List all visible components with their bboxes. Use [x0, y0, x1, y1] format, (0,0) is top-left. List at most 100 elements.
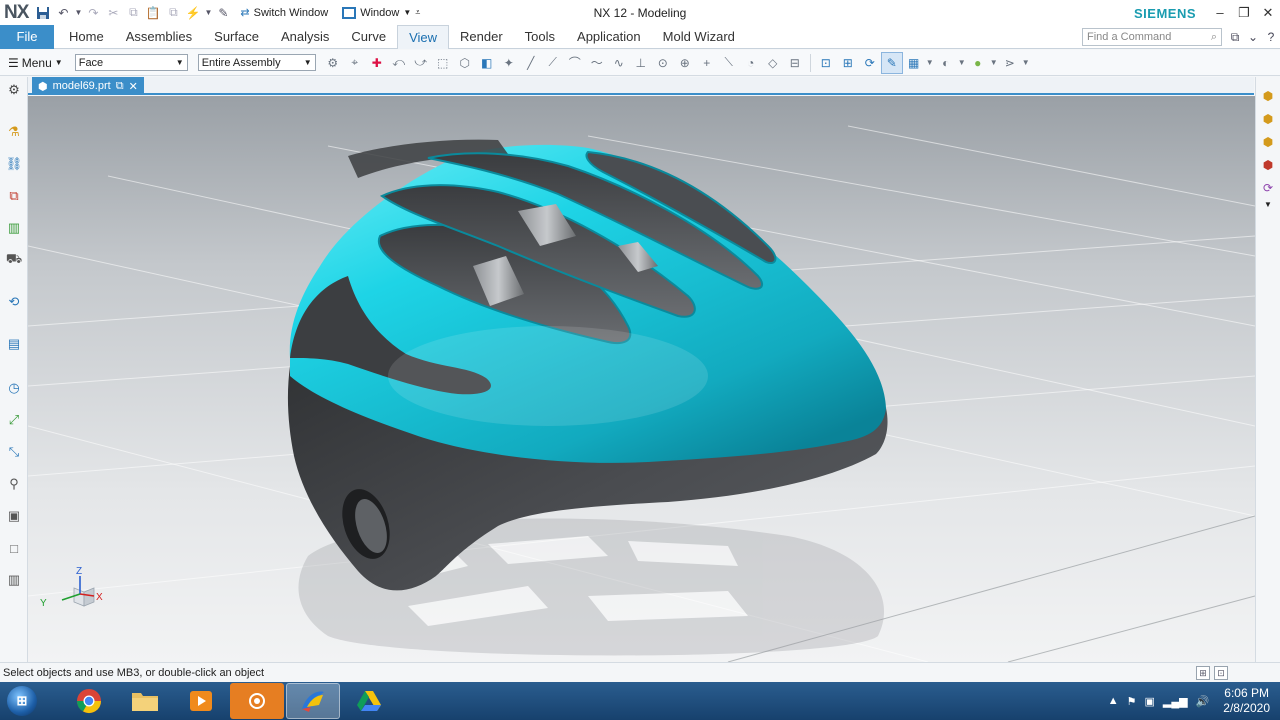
minimize-icon[interactable]: –	[1208, 0, 1232, 25]
pin-icon[interactable]: ⧉	[116, 80, 124, 93]
close-tab-icon[interactable]: ✕	[129, 80, 138, 93]
selection-confirm-icon[interactable]: ⊞	[1196, 666, 1210, 680]
slash-icon[interactable]: ⟍	[718, 52, 740, 74]
pan-icon[interactable]: ✎	[880, 51, 903, 74]
filter-icon[interactable]: ⤺	[388, 52, 410, 74]
shape-icon[interactable]: ⊟	[784, 52, 806, 74]
copy-icon[interactable]: ⧉	[124, 4, 142, 22]
restore-icon[interactable]: ❐	[1232, 0, 1256, 25]
document-icon[interactable]: ▥	[5, 571, 23, 589]
clock-icon[interactable]: ◷	[5, 379, 23, 397]
more-views-icon[interactable]: ▼	[1259, 195, 1277, 213]
manufacturing-wizard-icon[interactable]: ⤡	[5, 443, 23, 461]
switch-window-button[interactable]: ⇄ Switch Window	[234, 6, 334, 20]
spline-icon[interactable]: 〜	[586, 52, 608, 74]
help-icon[interactable]: ?	[1262, 28, 1280, 46]
tab-render[interactable]: Render	[449, 25, 514, 49]
ribbon-collapse-icon[interactable]: ⌄	[1244, 28, 1262, 46]
menu-button[interactable]: ☰ Menu ▼	[0, 56, 69, 70]
graphics-window[interactable]: Z X Y	[28, 96, 1255, 662]
reuse-library-icon[interactable]: ▥	[5, 219, 23, 237]
zoom-icon[interactable]: ⊞	[837, 52, 859, 74]
shading-dropdown-icon[interactable]: ▼	[957, 52, 967, 74]
tab-application[interactable]: Application	[566, 25, 652, 49]
save-icon[interactable]	[34, 4, 52, 22]
tab-assemblies[interactable]: Assemblies	[115, 25, 203, 49]
quadrant-icon[interactable]: ◔	[740, 52, 762, 74]
fit-view-icon[interactable]: ⊡	[815, 52, 837, 74]
repeat-command-icon[interactable]: ⚡	[184, 4, 202, 22]
sphere-icon[interactable]: ●	[967, 52, 989, 74]
taskbar-google-drive[interactable]	[342, 683, 396, 719]
section-dropdown-icon[interactable]: ▼	[1021, 52, 1031, 74]
roles-icon[interactable]: ⚲	[5, 475, 23, 493]
center-icon[interactable]: ⊕	[674, 52, 696, 74]
window-menu-button[interactable]: Window ▼ ⩡	[336, 6, 426, 19]
render-style-icon[interactable]: ▦	[903, 52, 925, 74]
wave-icon[interactable]: ∿	[608, 52, 630, 74]
assembly-navigator-icon[interactable]: ⚗	[5, 123, 23, 141]
process-studio-icon[interactable]: ⤢	[5, 411, 23, 429]
ribbon-options-icon[interactable]: ⧉	[1226, 28, 1244, 46]
redo-icon[interactable]: ↷	[84, 4, 102, 22]
taskbar-media-player[interactable]	[174, 683, 228, 719]
taskbar-chrome[interactable]	[62, 683, 116, 719]
highlight-icon[interactable]: ⤻	[410, 52, 432, 74]
volume-icon[interactable]: 🔊	[1196, 695, 1210, 708]
sphere-dropdown-icon[interactable]: ▼	[989, 52, 999, 74]
selection-list-icon[interactable]: ⊡	[1214, 666, 1228, 680]
taskbar-app-orange[interactable]	[230, 683, 284, 719]
web-browser-icon[interactable]: ⟲	[5, 293, 23, 311]
repeat-dropdown-icon[interactable]: ▼	[204, 4, 212, 22]
feature-icon[interactable]: ✦	[498, 52, 520, 74]
type-filter-select[interactable]: Face ▼	[74, 54, 188, 71]
scope-select[interactable]: Entire Assembly ▼	[197, 54, 316, 71]
tab-model69[interactable]: ⬢ model69.prt ⧉ ✕	[32, 77, 144, 95]
layer-icon[interactable]: ◇	[762, 52, 784, 74]
curve-icon[interactable]: ⟋	[542, 52, 564, 74]
tab-home[interactable]: Home	[58, 25, 115, 49]
point-icon[interactable]: +	[696, 52, 718, 74]
undo-icon[interactable]: ↶	[54, 4, 72, 22]
tab-surface[interactable]: Surface	[203, 25, 270, 49]
tray-overflow-icon[interactable]: ▲	[1108, 695, 1119, 707]
action-center-icon[interactable]: ⚑	[1127, 695, 1137, 708]
tab-view[interactable]: View	[397, 24, 450, 49]
taskbar-explorer[interactable]	[118, 683, 172, 719]
history-icon[interactable]: ▤	[5, 335, 23, 353]
tab-tools[interactable]: Tools	[514, 25, 566, 49]
network-signal-icon[interactable]: ▂▄▆	[1163, 695, 1188, 708]
line-icon[interactable]: ╱	[520, 52, 542, 74]
touch-mode-icon[interactable]: ✎	[214, 4, 232, 22]
part-navigator-icon[interactable]: ⧉	[5, 187, 23, 205]
shading-icon[interactable]: ◐	[935, 52, 957, 74]
command-search-input[interactable]: Find a Command ⌕	[1082, 28, 1222, 46]
select-all-icon[interactable]: ⬚	[432, 52, 454, 74]
cube-icon[interactable]: ◧	[476, 52, 498, 74]
view-front-icon[interactable]: ⬢	[1259, 133, 1277, 151]
snap-settings-icon[interactable]: ⌖	[344, 52, 366, 74]
intersection-icon[interactable]: ⊥	[630, 52, 652, 74]
undo-dropdown-icon[interactable]: ▼	[74, 4, 82, 22]
tab-mold-wizard[interactable]: Mold Wizard	[652, 25, 746, 49]
view-top-icon[interactable]: ⬢	[1259, 110, 1277, 128]
network-device-icon[interactable]: ▣	[1144, 695, 1154, 708]
solid-body-icon[interactable]: ⬡	[454, 52, 476, 74]
taskbar-nx[interactable]	[286, 683, 340, 719]
close-icon[interactable]: ✕	[1256, 0, 1280, 25]
blank-panel-icon[interactable]: □	[5, 539, 23, 557]
section-icon[interactable]: ⋗	[999, 52, 1021, 74]
add-icon[interactable]: ✚	[366, 52, 388, 74]
render-style-dropdown-icon[interactable]: ▼	[925, 52, 935, 74]
tab-curve[interactable]: Curve	[340, 25, 397, 49]
file-tab[interactable]: File	[0, 24, 54, 49]
clock[interactable]: 6:06 PM 2/8/2020	[1223, 686, 1270, 716]
paste-special-icon[interactable]: ⧉	[164, 4, 182, 22]
arc-icon[interactable]: ⌒	[564, 52, 586, 74]
constraint-navigator-icon[interactable]: ⛓	[5, 155, 23, 173]
hd3d-tools-icon[interactable]: ⛟	[5, 251, 23, 269]
view-triad-icon[interactable]: ⬢	[1259, 87, 1277, 105]
rotate-icon[interactable]: ⟳	[859, 52, 881, 74]
start-button[interactable]: ⊞	[0, 682, 44, 720]
settings-gear-icon[interactable]: ⚙	[5, 81, 23, 99]
